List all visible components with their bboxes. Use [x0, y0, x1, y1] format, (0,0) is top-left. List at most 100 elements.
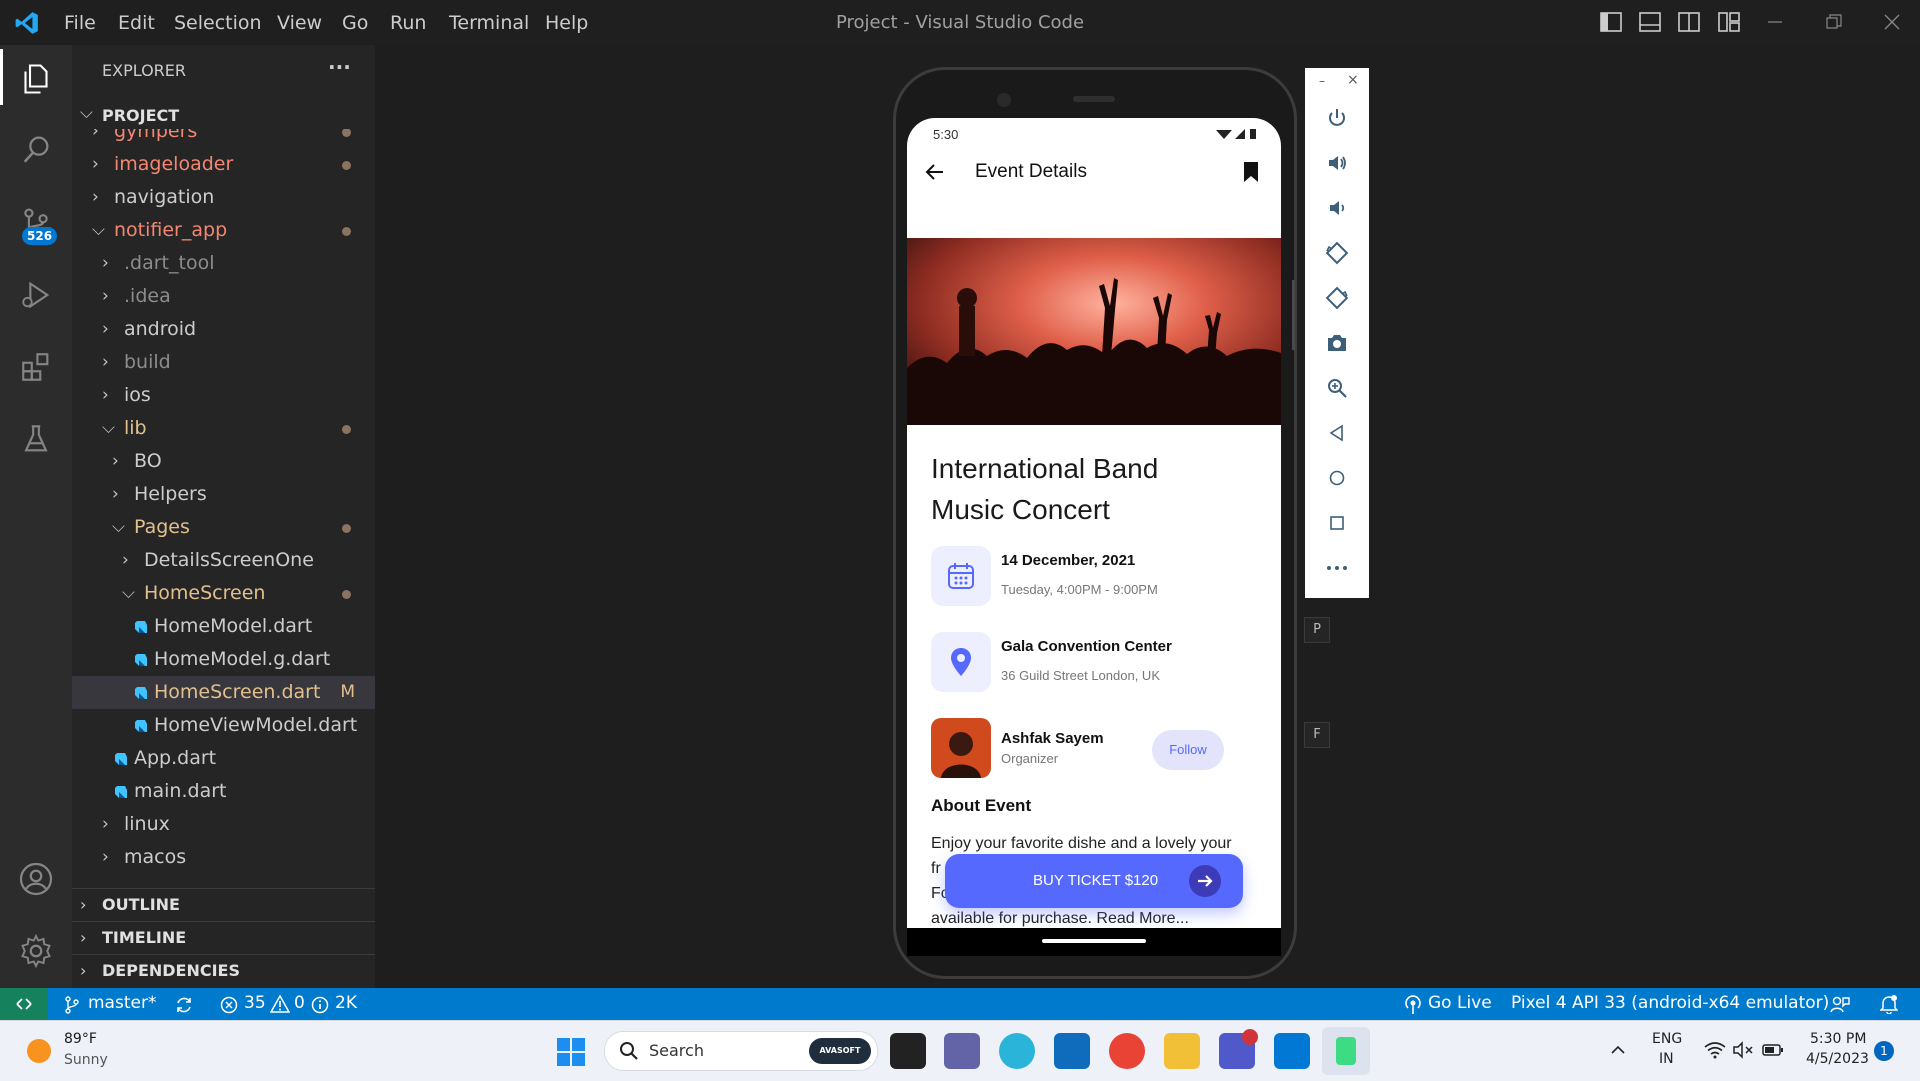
- language-indicator-1[interactable]: ENG: [1652, 1031, 1682, 1047]
- go-live-button[interactable]: Go Live: [1428, 993, 1492, 1013]
- folder-item[interactable]: › gympers: [72, 129, 375, 148]
- file-item[interactable]: HomeViewModel.dart: [72, 709, 375, 742]
- file-item[interactable]: HomeModel.g.dart: [72, 643, 375, 676]
- battery-icon[interactable]: [1762, 1043, 1784, 1057]
- warning-count[interactable]: 0: [294, 993, 305, 1013]
- home-circle-icon[interactable]: [1321, 462, 1353, 494]
- restore-window-icon[interactable]: [1826, 14, 1842, 30]
- folder-item[interactable]: › BO: [72, 445, 375, 478]
- notification-count-badge[interactable]: 1: [1874, 1041, 1894, 1061]
- arrow-right-icon: [1189, 865, 1221, 897]
- info-count[interactable]: 2K: [335, 993, 357, 1013]
- folder-item[interactable]: ⌵ notifier_app: [72, 214, 375, 247]
- outline-section[interactable]: › OUTLINE: [72, 888, 375, 921]
- hotkey-f-tag: F: [1304, 722, 1330, 748]
- run-debug-icon[interactable]: [14, 273, 58, 317]
- notifications-bell-icon[interactable]: [1880, 994, 1898, 1014]
- weather-temp[interactable]: 89°F: [64, 1031, 97, 1047]
- dependencies-section[interactable]: › DEPENDENCIES: [72, 954, 375, 987]
- folder-item[interactable]: › linux: [72, 808, 375, 841]
- folder-item[interactable]: › Helpers: [72, 478, 375, 511]
- wifi-icon[interactable]: [1704, 1041, 1726, 1059]
- folder-item[interactable]: › ios: [72, 379, 375, 412]
- rotate-left-icon[interactable]: [1321, 237, 1353, 269]
- folder-item[interactable]: › .idea: [72, 280, 375, 313]
- taskbar-store-icon[interactable]: [1054, 1033, 1090, 1069]
- event-title: International Band Music Concert: [931, 448, 1158, 530]
- taskbar-search[interactable]: Search AVASOFT: [604, 1031, 878, 1071]
- back-triangle-icon[interactable]: [1321, 417, 1353, 449]
- hotkey-p-label: P: [1313, 622, 1321, 637]
- explorer-more-button[interactable]: ···: [328, 55, 351, 79]
- file-item[interactable]: App.dart: [72, 742, 375, 775]
- camera-icon[interactable]: [1321, 327, 1353, 359]
- speaker-muted-icon[interactable]: [1732, 1041, 1754, 1059]
- error-count[interactable]: 35: [244, 993, 266, 1013]
- folder-item[interactable]: › build: [72, 346, 375, 379]
- zoom-icon[interactable]: [1321, 372, 1353, 404]
- file-item[interactable]: main.dart: [72, 775, 375, 808]
- phone-speaker: [1073, 96, 1115, 102]
- accounts-icon[interactable]: [14, 857, 58, 901]
- git-branch[interactable]: master*: [88, 993, 156, 1013]
- minimize-window-icon[interactable]: [1768, 20, 1784, 24]
- teams-notification-badge: [1242, 1029, 1258, 1045]
- rotate-right-icon[interactable]: [1321, 282, 1353, 314]
- folder-item[interactable]: › imageloader: [72, 148, 375, 181]
- timeline-section[interactable]: › TIMELINE: [72, 921, 375, 954]
- taskbar-chrome-icon[interactable]: [1109, 1033, 1145, 1069]
- overview-square-icon[interactable]: [1321, 507, 1353, 539]
- taskbar-task-view-icon[interactable]: [890, 1033, 926, 1069]
- toggle-panel-icon[interactable]: [1639, 12, 1661, 32]
- sync-icon[interactable]: [174, 995, 194, 1015]
- home-gesture-bar[interactable]: [1042, 939, 1146, 943]
- folder-item[interactable]: › navigation: [72, 181, 375, 214]
- taskbar-edge-icon[interactable]: [999, 1033, 1035, 1069]
- emulator-close[interactable]: ×: [1347, 72, 1359, 88]
- folder-item[interactable]: › DetailsScreenOne: [72, 544, 375, 577]
- power-icon[interactable]: [1321, 102, 1353, 134]
- feedback-icon[interactable]: [1830, 995, 1850, 1015]
- clock-time[interactable]: 5:30 PM: [1810, 1031, 1866, 1047]
- notification-count: 1: [1880, 1044, 1888, 1058]
- device-selector[interactable]: Pixel 4 API 33 (android-x64 emulator): [1511, 993, 1829, 1013]
- remote-indicator[interactable]: [0, 988, 48, 1020]
- bookmark-icon[interactable]: [1241, 160, 1261, 184]
- folder-item[interactable]: ⌵ Pages: [72, 511, 375, 544]
- search-icon[interactable]: [14, 127, 58, 171]
- folder-item[interactable]: › .dart_tool: [72, 247, 375, 280]
- testing-icon[interactable]: [14, 417, 58, 461]
- taskbar-vscode-icon[interactable]: [1274, 1033, 1310, 1069]
- tray-chevron-up-icon[interactable]: [1610, 1045, 1626, 1055]
- explorer-icon[interactable]: [14, 57, 58, 101]
- extensions-icon[interactable]: [14, 345, 58, 389]
- toggle-primary-sidebar-icon[interactable]: [1600, 12, 1622, 32]
- taskbar-teams-chat-icon[interactable]: [944, 1033, 980, 1069]
- dependencies-label: DEPENDENCIES: [102, 961, 241, 980]
- customize-layout-icon[interactable]: [1718, 12, 1740, 32]
- folder-item[interactable]: › macos: [72, 841, 375, 874]
- taskbar-explorer-icon[interactable]: [1164, 1033, 1200, 1069]
- taskbar-active-emulator[interactable]: [1322, 1027, 1370, 1075]
- more-options-icon[interactable]: [1321, 552, 1353, 584]
- windows-start-icon[interactable]: [556, 1037, 586, 1067]
- follow-button[interactable]: Follow: [1152, 730, 1224, 770]
- tree-item-label: android: [124, 318, 197, 340]
- folder-item[interactable]: ⌵ HomeScreen: [72, 577, 375, 610]
- file-item[interactable]: HomeModel.dart: [72, 610, 375, 643]
- weather-sun-icon: [27, 1039, 51, 1063]
- back-arrow-icon[interactable]: [923, 160, 947, 184]
- close-window-icon[interactable]: [1884, 14, 1900, 30]
- buy-ticket-button[interactable]: BUY TICKET $120: [945, 854, 1243, 908]
- folder-item[interactable]: › android: [72, 313, 375, 346]
- activity-bar: 526: [0, 45, 72, 988]
- volume-up-icon[interactable]: [1321, 147, 1353, 179]
- volume-down-icon[interactable]: [1321, 192, 1353, 224]
- settings-gear-icon[interactable]: [14, 929, 58, 973]
- project-root[interactable]: ⌵ PROJECT: [72, 101, 375, 129]
- toggle-secondary-sidebar-icon[interactable]: [1678, 12, 1700, 32]
- emulator-minimize[interactable]: –: [1319, 74, 1325, 88]
- file-item[interactable]: HomeScreen.dart M: [72, 676, 375, 709]
- folder-item[interactable]: ⌵ lib: [72, 412, 375, 445]
- tree-item-label: .dart_tool: [124, 252, 215, 274]
